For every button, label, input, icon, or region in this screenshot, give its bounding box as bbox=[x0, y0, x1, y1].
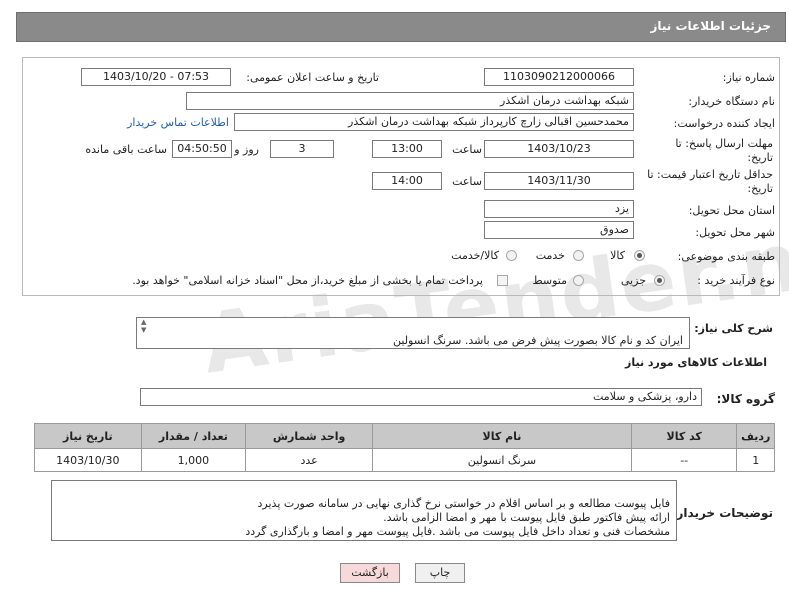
province-label: استان محل تحویل: bbox=[688, 204, 775, 217]
buyer-org-label: نام دستگاه خریدار: bbox=[688, 95, 775, 108]
col-row-header: ردیف bbox=[736, 423, 775, 449]
category-radio-goods[interactable] bbox=[634, 250, 645, 261]
print-button[interactable]: چاپ bbox=[415, 563, 465, 583]
category-radio-service[interactable] bbox=[573, 250, 584, 261]
description-label: شرح کلی نیاز: bbox=[694, 322, 773, 335]
category-option-service: خدمت bbox=[535, 249, 565, 262]
goods-group-label: گروه کالا: bbox=[716, 392, 775, 406]
treasury-payment-checkbox[interactable] bbox=[497, 275, 508, 286]
purchase-option-medium: متوسط bbox=[532, 274, 567, 287]
items-table: ردیف کد کالا نام کالا واحد شمارش تعداد /… bbox=[34, 423, 775, 472]
scrollbar[interactable]: ▲ ▼ bbox=[141, 318, 151, 348]
description-text: ایران کد و نام کالا بصورت پیش فرض می باش… bbox=[393, 334, 683, 347]
need-number-field: 1103090212000066 bbox=[484, 68, 634, 86]
category-label: طبقه بندی موضوعی: bbox=[677, 250, 775, 263]
purchase-type-label: نوع فرآیند خرید : bbox=[697, 274, 775, 287]
col-name-header: نام کالا bbox=[372, 423, 632, 449]
city-field: صدوق bbox=[484, 221, 634, 239]
validity-time-label: ساعت bbox=[452, 175, 482, 188]
time-remaining-label: ساعت باقی مانده bbox=[85, 143, 167, 156]
description-textarea: ایران کد و نام کالا بصورت پیش فرض می باش… bbox=[136, 317, 690, 349]
col-code-header: کد کالا bbox=[630, 423, 738, 449]
panel-header: جزئیات اطلاعات نیاز bbox=[16, 12, 786, 42]
validity-label: حداقل تاریخ اعتبار قیمت: تا تاریخ: bbox=[647, 168, 773, 195]
panel-title: جزئیات اطلاعات نیاز bbox=[650, 19, 771, 33]
cell-qty: 1,000 bbox=[140, 448, 247, 472]
purchase-radio-minor[interactable] bbox=[654, 275, 665, 286]
cell-code: -- bbox=[630, 448, 738, 472]
cell-name: سرنگ انسولین bbox=[372, 448, 632, 472]
announce-datetime-field: 1403/10/20 - 07:53 bbox=[81, 68, 231, 86]
deadline-time-field: 13:00 bbox=[372, 140, 442, 158]
purchase-radio-medium[interactable] bbox=[573, 275, 584, 286]
province-field: یزد bbox=[484, 200, 634, 218]
deadline-time-label: ساعت bbox=[452, 143, 482, 156]
goods-group-field: دارو، پزشکی و سلامت bbox=[140, 388, 702, 406]
buyer-org-field: شبکه بهداشت درمان اشکذر bbox=[186, 92, 634, 110]
days-remaining-field: 3 bbox=[270, 140, 334, 158]
deadline-label: مهلت ارسال پاسخ: تا تاریخ: bbox=[675, 137, 773, 164]
cell-date: 1403/10/30 bbox=[34, 448, 142, 472]
cell-unit: عدد bbox=[245, 448, 374, 472]
col-unit-header: واحد شمارش bbox=[245, 423, 374, 449]
purchase-option-minor: جزیی bbox=[620, 274, 646, 287]
cell-row: 1 bbox=[736, 448, 775, 472]
validity-time-field: 14:00 bbox=[372, 172, 442, 190]
buyer-notes-text: فایل پیوست مطالعه و بر اساس اقلام در خوا… bbox=[245, 497, 670, 538]
buyer-notes-textarea: فایل پیوست مطالعه و بر اساس اقلام در خوا… bbox=[51, 480, 677, 541]
table-header-row: ردیف کد کالا نام کالا واحد شمارش تعداد /… bbox=[34, 423, 775, 449]
table-row: 1 -- سرنگ انسولین عدد 1,000 1403/10/30 bbox=[34, 448, 775, 472]
announce-label: تاریخ و ساعت اعلان عمومی: bbox=[246, 71, 379, 84]
col-date-header: تاریخ نیاز bbox=[34, 423, 142, 449]
goods-info-title: اطلاعات کالاهای مورد نیاز bbox=[625, 356, 767, 369]
creator-field: محمدحسین اقبالی زارچ کارپرداز شبکه بهداش… bbox=[234, 113, 634, 131]
city-label: شهر محل تحویل: bbox=[695, 226, 775, 239]
category-option-goods: کالا bbox=[610, 249, 625, 262]
col-qty-header: تعداد / مقدار bbox=[140, 423, 247, 449]
validity-date-field: 1403/11/30 bbox=[484, 172, 634, 190]
category-option-goods-service: کالا/خدمت bbox=[451, 249, 499, 262]
deadline-date-field: 1403/10/23 bbox=[484, 140, 634, 158]
time-remaining-field: 04:50:50 bbox=[172, 140, 232, 158]
buyer-contact-link[interactable]: اطلاعات تماس خریدار bbox=[127, 116, 229, 129]
days-label: روز و bbox=[234, 143, 259, 156]
buyer-notes-label: توضیحات خریدار: bbox=[671, 506, 773, 520]
creator-label: ایجاد کننده درخواست: bbox=[673, 117, 775, 130]
category-radio-goods-service[interactable] bbox=[506, 250, 517, 261]
need-number-label: شماره نیاز: bbox=[722, 71, 775, 84]
back-button[interactable]: بازگشت bbox=[340, 563, 400, 583]
treasury-payment-note: پرداخت تمام یا بخشی از مبلغ خرید،از محل … bbox=[132, 274, 483, 287]
